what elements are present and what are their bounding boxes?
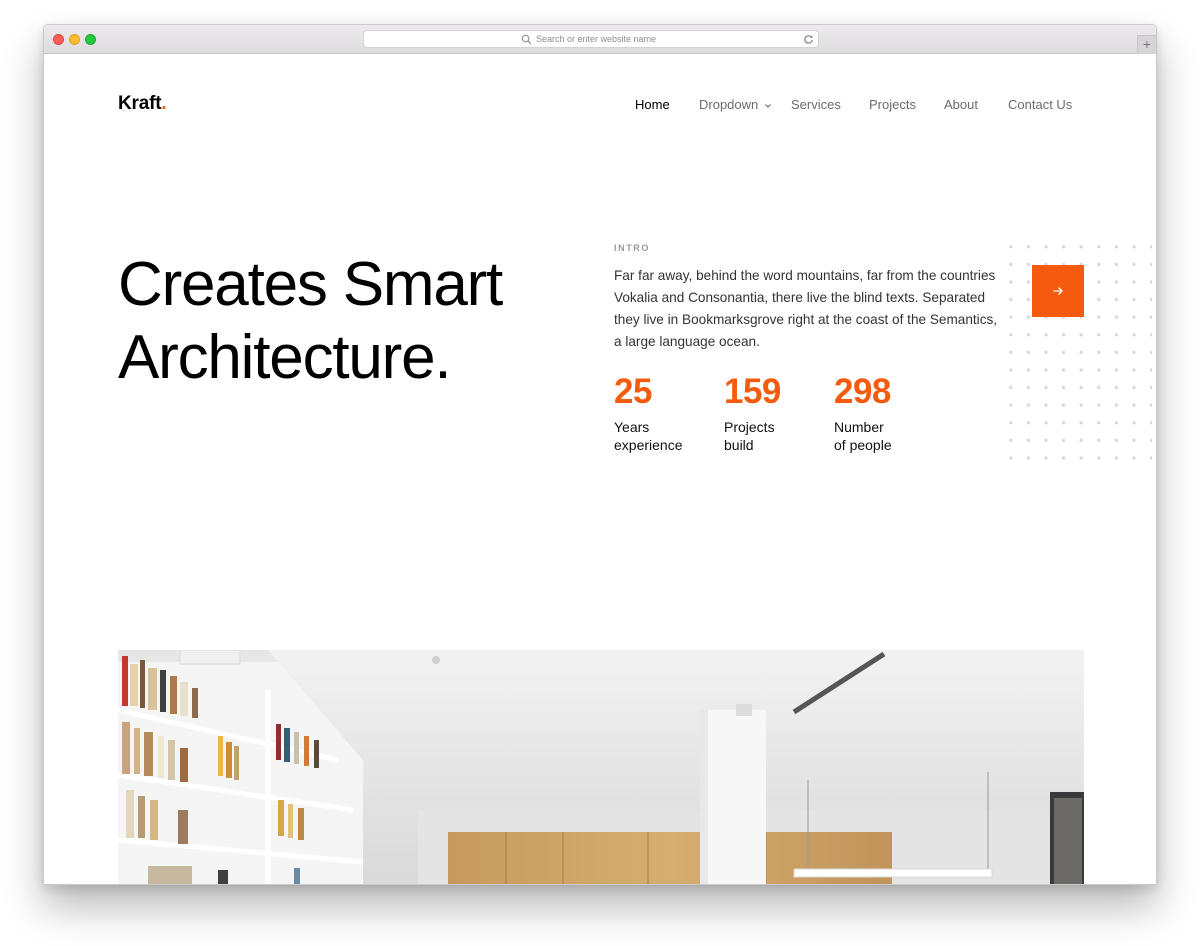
reload-icon[interactable] — [803, 34, 814, 45]
address-bar-placeholder: Search or enter website name — [536, 34, 657, 44]
search-icon — [521, 34, 532, 45]
hero-image — [118, 650, 1084, 884]
maximize-window-button[interactable] — [85, 34, 96, 45]
address-bar[interactable]: Search or enter website name — [363, 30, 819, 48]
nav-item-services[interactable]: Services — [791, 97, 841, 112]
stat-people: 298 Number of people — [834, 372, 924, 454]
browser-titlebar: Search or enter website name + — [44, 25, 1156, 54]
stat-label-line-2: of people — [834, 437, 892, 453]
nav-item-projects[interactable]: Projects — [869, 97, 916, 112]
stat-projects: 159 Projects build — [724, 372, 814, 454]
intro-text: Far far away, behind the word mountains,… — [614, 268, 998, 349]
intro-label: INTRO — [614, 243, 650, 253]
nav-item-about[interactable]: About — [944, 97, 978, 112]
browser-window: Search or enter website name + Kraft. Ho… — [43, 24, 1157, 885]
stat-label-line-2: build — [724, 437, 754, 453]
hero-title-line-2: Architecture. — [118, 323, 452, 392]
hero-title-line-1: Creates Smart — [118, 250, 503, 319]
arrow-right-icon — [1053, 287, 1063, 295]
stat-label-line-2: experience — [614, 437, 683, 453]
hero-title: Creates Smart Architecture. — [118, 248, 588, 394]
stat-label: Projects build — [724, 418, 814, 454]
stat-value: 159 — [724, 372, 781, 411]
nav-item-dropdown[interactable]: Dropdown — [699, 97, 758, 112]
intro-arrow-button[interactable] — [1032, 265, 1084, 317]
stat-label-line-1: Number — [834, 419, 884, 435]
minimize-window-button[interactable] — [69, 34, 80, 45]
chevron-down-icon[interactable] — [764, 102, 772, 110]
nav-item-home[interactable]: Home — [635, 97, 670, 112]
close-window-button[interactable] — [53, 34, 64, 45]
nav-item-contact-us[interactable]: Contact Us — [1008, 97, 1072, 112]
stat-label: Number of people — [834, 418, 924, 454]
stat-label-line-1: Projects — [724, 419, 775, 435]
interior-photo — [118, 650, 1084, 884]
new-tab-button[interactable]: + — [1137, 35, 1156, 54]
stat-label-line-1: Years — [614, 419, 650, 435]
webpage: Kraft. Home Dropdown Services Projects A… — [44, 54, 1156, 884]
stat-label: Years experience — [614, 418, 704, 454]
stat-years: 25 Years experience — [614, 372, 704, 454]
stat-value: 298 — [834, 372, 891, 411]
stat-value: 25 — [614, 372, 652, 411]
main-nav: Home Dropdown Services Projects About Co… — [44, 97, 1156, 117]
